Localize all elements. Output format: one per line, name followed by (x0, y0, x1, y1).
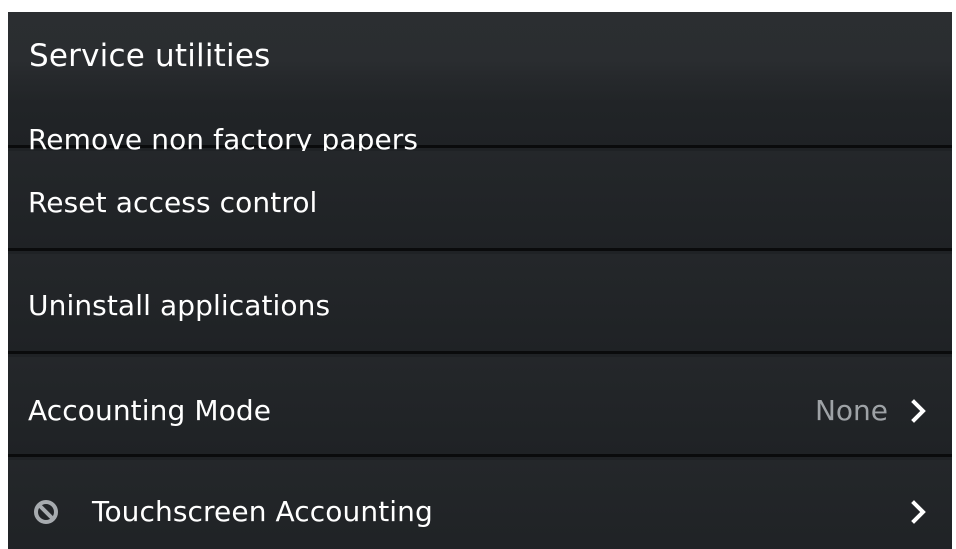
page-title: Service utilities (29, 38, 271, 74)
list-item-label: Uninstall applications (28, 289, 331, 322)
service-utilities-screen: Remove non factory papers Reset access c… (8, 12, 952, 549)
chevron-right-icon (911, 399, 926, 423)
chevron-right-icon (911, 500, 926, 524)
list-item-uninstall-applications[interactable]: Uninstall applications (8, 254, 952, 354)
list-item-label: Accounting Mode (28, 394, 272, 427)
list-item-label: Reset access control (28, 186, 318, 219)
list-item-label: Touchscreen Accounting (92, 495, 433, 528)
list-item-touchscreen-accounting[interactable]: Touchscreen Accounting (8, 460, 952, 549)
blocked-icon (34, 500, 58, 524)
list-item-label: Remove non factory papers (28, 123, 419, 156)
accounting-mode-value: None (814, 394, 888, 427)
list-item-accounting-mode[interactable]: Accounting Mode None (8, 357, 952, 457)
list-item-reset-access-control[interactable]: Reset access control (8, 151, 952, 251)
screen-header: Service utilities (8, 12, 952, 100)
